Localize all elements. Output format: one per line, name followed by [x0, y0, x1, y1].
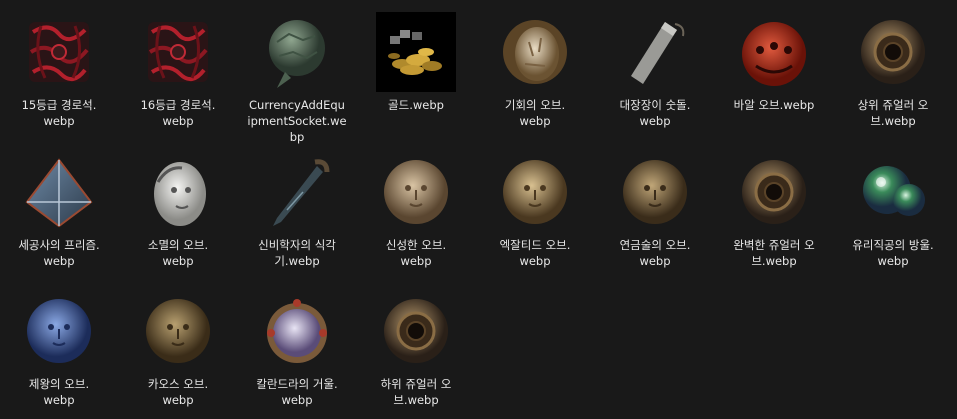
file-item[interactable]: 바알 오브.webp: [715, 0, 833, 135]
file-name-line: 카오스 오브.: [147, 377, 209, 391]
file-name-line: webp: [43, 393, 75, 407]
file-name-line: 기.webp: [274, 254, 320, 268]
greater-jeweller-orb-icon: [853, 12, 933, 92]
file-name-line: webp: [639, 114, 671, 128]
file-name: 신성한 오브. webp: [357, 237, 475, 269]
file-name-line: webp: [162, 254, 194, 268]
chance-orb-icon: [495, 12, 575, 92]
file-name-line: webp: [519, 114, 551, 128]
file-name: 칼란드라의 거울. webp: [238, 376, 356, 408]
glassblower-bauble-icon: [853, 152, 933, 232]
file-name-line: 브.webp: [393, 393, 439, 407]
exalted-orb-icon: [495, 152, 575, 232]
file-item[interactable]: 기회의 오브. webp: [476, 0, 594, 135]
file-item[interactable]: 소멸의 오브. webp: [119, 140, 237, 275]
red-tendril-waystone-icon: [19, 12, 99, 92]
whetstone-icon: [615, 12, 695, 92]
arcanist-etcher-icon: [257, 152, 337, 232]
file-name-line: 상위 쥬얼러 오: [857, 98, 929, 112]
file-item[interactable]: 하위 쥬얼러 오브.webp: [357, 279, 475, 414]
file-name-line: 골드.webp: [388, 98, 444, 112]
gold-coin-pile-icon: [376, 12, 456, 92]
file-name-line: 완벽한 쥬얼러 오: [733, 238, 815, 252]
file-item[interactable]: 유리직공의 방울. webp: [834, 140, 952, 275]
file-name-line: webp: [162, 393, 194, 407]
file-item[interactable]: 연금술의 오브. webp: [596, 140, 714, 275]
gemcutter-prism-icon: [19, 152, 99, 232]
file-name-line: 제왕의 오브.: [28, 377, 90, 391]
file-name-line: 연금술의 오브.: [619, 238, 691, 252]
file-name-line: 소멸의 오브.: [147, 238, 209, 252]
file-item[interactable]: 세공사의 프리즘. webp: [0, 140, 118, 275]
red-tendril-waystone-icon: [138, 12, 218, 92]
file-name-line: 바알 오브.webp: [733, 98, 815, 112]
file-item[interactable]: 칼란드라의 거울. webp: [238, 279, 356, 414]
file-name: 16등급 경로석. webp: [119, 97, 237, 129]
file-name-line: 신비학자의 식각: [258, 238, 336, 252]
file-item[interactable]: 15등급 경로석. webp: [0, 0, 118, 135]
file-name: 골드.webp: [357, 97, 475, 113]
file-name-line: 기회의 오브.: [504, 98, 566, 112]
file-item[interactable]: 엑잘티드 오브. webp: [476, 140, 594, 275]
mirror-of-kalandra-icon: [257, 291, 337, 371]
divine-orb-icon: [376, 152, 456, 232]
file-name-line: 브.webp: [751, 254, 797, 268]
regal-orb-icon: [19, 291, 99, 371]
file-name-line: webp: [519, 254, 551, 268]
file-name: 대장장이 숫돌. webp: [596, 97, 714, 129]
file-name-line: webp: [281, 393, 313, 407]
file-item[interactable]: 카오스 오브. webp: [119, 279, 237, 414]
vaal-orb-icon: [734, 12, 814, 92]
file-name-line: 16등급 경로석.: [140, 98, 216, 112]
file-name: 세공사의 프리즘. webp: [0, 237, 118, 269]
file-name-line: 신성한 오브.: [385, 238, 447, 252]
perfect-jeweller-orb-icon: [734, 152, 814, 232]
file-name-line: 하위 쥬얼러 오: [380, 377, 452, 391]
file-name-line: ipmentSocket.we: [247, 114, 347, 128]
file-item[interactable]: 대장장이 숫돌. webp: [596, 0, 714, 135]
file-name: 하위 쥬얼러 오브.webp: [357, 376, 475, 408]
file-name: 소멸의 오브. webp: [119, 237, 237, 269]
file-name-line: 15등급 경로석.: [21, 98, 97, 112]
file-item[interactable]: 골드.webp: [357, 0, 475, 135]
file-name: 신비학자의 식각기.webp: [238, 237, 356, 269]
file-name: 15등급 경로석. webp: [0, 97, 118, 129]
file-name-line: CurrencyAddEqu: [249, 98, 345, 112]
file-name: 유리직공의 방울. webp: [834, 237, 952, 269]
file-name-line: 칼란드라의 거울.: [256, 377, 338, 391]
file-name: 상위 쥬얼러 오브.webp: [834, 97, 952, 129]
file-name-line: 대장장이 숫돌.: [619, 98, 691, 112]
file-name-line: 엑잘티드 오브.: [499, 238, 571, 252]
file-name: 바알 오브.webp: [715, 97, 833, 113]
file-item[interactable]: 제왕의 오브. webp: [0, 279, 118, 414]
annulment-orb-icon: [138, 152, 218, 232]
file-name: 연금술의 오브. webp: [596, 237, 714, 269]
file-name-line: webp: [877, 254, 909, 268]
file-name-line: webp: [400, 254, 432, 268]
file-name-line: 브.webp: [870, 114, 916, 128]
alchemy-orb-icon: [615, 152, 695, 232]
file-name: 제왕의 오브. webp: [0, 376, 118, 408]
file-item[interactable]: CurrencyAddEqu ipmentSocket.we bp: [238, 0, 356, 144]
file-grid: 15등급 경로석. webp 16등급 경로석. webp CurrencyAddE…: [0, 0, 957, 419]
file-name: 완벽한 쥬얼러 오브.webp: [715, 237, 833, 269]
file-name-line: webp: [639, 254, 671, 268]
lesser-jeweller-orb-icon: [376, 291, 456, 371]
file-name: 엑잘티드 오브. webp: [476, 237, 594, 269]
file-name-line: 세공사의 프리즘.: [18, 238, 100, 252]
file-name: 카오스 오브. webp: [119, 376, 237, 408]
file-name-line: 유리직공의 방울.: [852, 238, 934, 252]
file-name-line: webp: [43, 114, 75, 128]
file-name-line: webp: [43, 254, 75, 268]
file-name-line: webp: [162, 114, 194, 128]
file-item[interactable]: 신성한 오브. webp: [357, 140, 475, 275]
file-item[interactable]: 완벽한 쥬얼러 오브.webp: [715, 140, 833, 275]
file-item[interactable]: 신비학자의 식각기.webp: [238, 140, 356, 275]
chaos-orb-icon: [138, 291, 218, 371]
file-item[interactable]: 상위 쥬얼러 오브.webp: [834, 0, 952, 135]
file-name: CurrencyAddEqu ipmentSocket.we bp: [238, 97, 356, 145]
file-name: 기회의 오브. webp: [476, 97, 594, 129]
green-stone-sphere-icon: [257, 12, 337, 92]
file-item[interactable]: 16등급 경로석. webp: [119, 0, 237, 135]
